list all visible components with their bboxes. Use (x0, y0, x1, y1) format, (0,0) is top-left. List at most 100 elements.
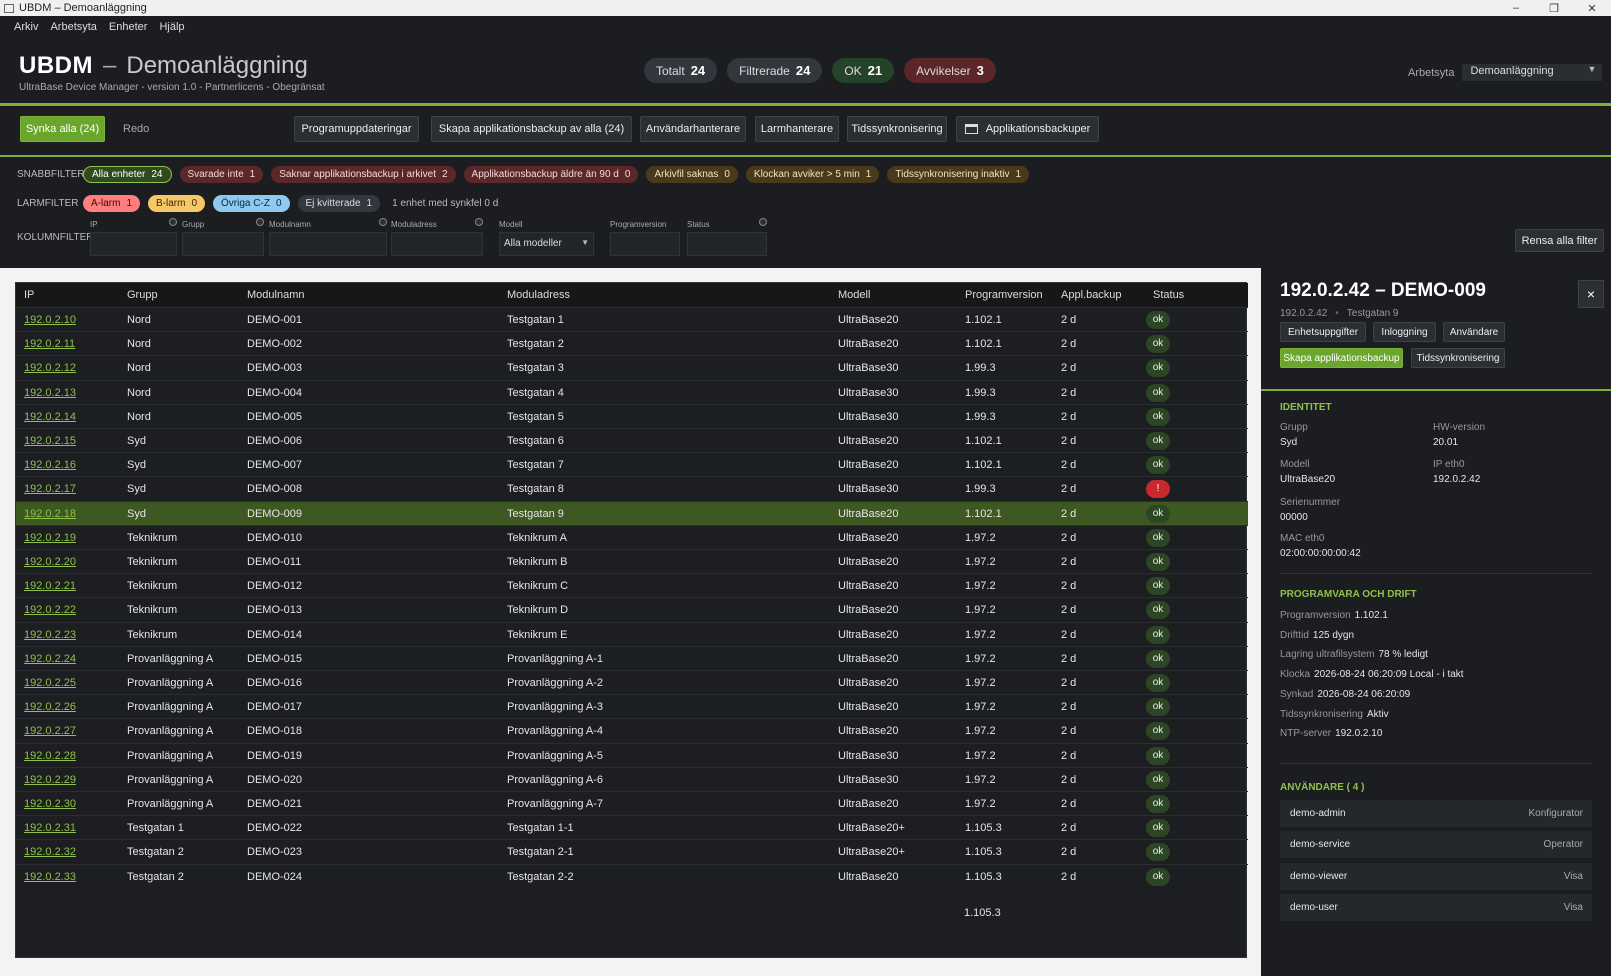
user-row[interactable]: demo-service Operator (1280, 831, 1592, 858)
cell-ip[interactable]: 192.0.2.20 (24, 550, 76, 574)
cell-ip[interactable]: 192.0.2.30 (24, 792, 76, 816)
filter-modulename-input[interactable] (269, 232, 387, 256)
menu-hjalp[interactable]: Hjälp (159, 21, 184, 33)
user-row[interactable]: demo-user Visa (1280, 894, 1592, 921)
alarm-manager-button[interactable]: Larmhanterare (755, 116, 839, 142)
app-backups-button[interactable]: Applikationsbackuper (956, 116, 1099, 142)
cell-ip[interactable]: 192.0.2.21 (24, 574, 76, 598)
table-row[interactable]: 192.0.2.13 Nord DEMO-004 Testgatan 4 UltraBa… (16, 379, 1248, 405)
cell-ip[interactable]: 192.0.2.22 (24, 598, 76, 622)
filter-mode-icon[interactable] (759, 218, 767, 226)
cell-ip[interactable]: 192.0.2.28 (24, 744, 76, 768)
table-row[interactable]: 192.0.2.21 Teknikrum DEMO-012 Teknikrum C Ul… (16, 573, 1248, 597)
chip-other-alarms[interactable]: Övriga C-Z 0 (213, 194, 290, 212)
table-row[interactable]: 192.0.2.14 Nord DEMO-005 Testgatan 5 UltraBa… (16, 403, 1248, 429)
chip-missing-backup[interactable]: Saknar applikationsbackup i arkivet 2 (271, 165, 456, 183)
table-row[interactable]: 192.0.2.32 Testgatan 2 DEMO-023 Testgatan 2… (16, 839, 1248, 863)
table-row[interactable]: 192.0.2.28 Provanläggning A DEMO-019 Provan… (16, 742, 1248, 768)
user-row[interactable]: demo-admin Konfigurator (1280, 800, 1592, 827)
chip-not-acknowledged[interactable]: Ej kvitterade 1 (297, 194, 381, 212)
chip-backup-older[interactable]: Applikationsbackup äldre än 90 d0 (463, 165, 639, 183)
cell-ip[interactable]: 192.0.2.26 (24, 695, 76, 719)
filter-status-input[interactable] (687, 232, 767, 256)
clear-filters-button[interactable]: Rensa alla filter (1515, 229, 1604, 252)
cell-ip[interactable]: 192.0.2.18 (24, 502, 76, 526)
col-ip[interactable]: IP (24, 283, 34, 307)
close-panel-button[interactable]: × (1578, 280, 1604, 308)
cell-ip[interactable]: 192.0.2.10 (24, 308, 76, 332)
chip-all-devices[interactable]: Alla enheter 24 (83, 165, 172, 183)
col-moduleaddress[interactable]: Moduladress (507, 283, 570, 307)
filter-mode-icon[interactable] (169, 218, 177, 226)
workspace-dropdown[interactable]: Demoanläggning ▼ (1462, 64, 1603, 81)
filter-group-input[interactable] (182, 232, 264, 256)
filter-programversion-input[interactable] (610, 232, 680, 256)
minimize-button[interactable]: – (1497, 2, 1535, 15)
user-row[interactable]: demo-viewer Visa (1280, 863, 1592, 890)
maximize-button[interactable]: ❐ (1535, 2, 1573, 15)
program-updates-button[interactable]: Programuppdateringar (294, 116, 419, 142)
table-row[interactable]: 192.0.2.17 Syd DEMO-008 Testgatan 8 UltraBas… (16, 476, 1248, 500)
cell-ip[interactable]: 192.0.2.24 (24, 647, 76, 671)
users-button[interactable]: Användare (1443, 322, 1505, 342)
table-row[interactable]: 192.0.2.18 Syd DEMO-009 Testgatan 9 UltraBas… (16, 500, 1248, 526)
cell-ip[interactable]: 192.0.2.32 (24, 840, 76, 864)
filter-mode-icon[interactable] (475, 218, 483, 226)
panel-time-sync-button[interactable]: Tidssynkronisering (1411, 348, 1505, 368)
cell-ip[interactable]: 192.0.2.16 (24, 453, 76, 477)
login-button[interactable]: Inloggning (1373, 322, 1436, 342)
table-row[interactable]: 192.0.2.33 Testgatan 2 DEMO-024 Testgatan 2… (16, 863, 1248, 889)
user-manager-button[interactable]: Användarhanterare (640, 116, 746, 142)
sync-all-button[interactable]: Synka alla (24) (20, 116, 105, 142)
cell-ip[interactable]: 192.0.2.14 (24, 405, 76, 429)
cell-ip[interactable]: 192.0.2.25 (24, 671, 76, 695)
menu-arbetsyta[interactable]: Arbetsyta (50, 21, 96, 33)
filter-mode-icon[interactable] (256, 218, 264, 226)
cell-ip[interactable]: 192.0.2.11 (24, 332, 75, 356)
table-row[interactable]: 192.0.2.24 Provanläggning A DEMO-015 Provan… (16, 645, 1248, 671)
menu-arkiv[interactable]: Arkiv (14, 21, 38, 33)
col-backup[interactable]: Appl.backup (1061, 283, 1122, 307)
col-model[interactable]: Modell (838, 283, 870, 307)
chip-archive-missing[interactable]: Arkivfil saknas 0 (646, 165, 738, 183)
table-row[interactable]: 192.0.2.25 Provanläggning A DEMO-016 Provan… (16, 670, 1248, 694)
menu-enheter[interactable]: Enheter (109, 21, 148, 33)
filter-mode-icon[interactable] (379, 218, 387, 226)
table-row[interactable]: 192.0.2.31 Testgatan 1 DEMO-022 Testgatan 1… (16, 815, 1248, 839)
table-row[interactable]: 192.0.2.11 Nord DEMO-002 Testgatan 2 UltraBa… (16, 331, 1248, 355)
cell-ip[interactable]: 192.0.2.19 (24, 526, 76, 550)
table-row[interactable]: 192.0.2.15 Syd DEMO-006 Testgatan 6 UltraBas… (16, 428, 1248, 452)
cell-ip[interactable]: 192.0.2.15 (24, 429, 76, 453)
table-row[interactable]: 192.0.2.19 Teknikrum DEMO-010 Teknikrum A Ul… (16, 524, 1248, 550)
cell-ip[interactable]: 192.0.2.23 (24, 623, 76, 647)
table-row[interactable]: 192.0.2.12 Nord DEMO-003 Testgatan 3 UltraBa… (16, 355, 1248, 379)
chip-clock-deviation[interactable]: Klockan avviker > 5 min 1 (745, 165, 880, 183)
time-sync-button[interactable]: Tidssynkronisering (847, 116, 947, 142)
table-row[interactable]: 192.0.2.16 Syd DEMO-007 Testgatan 7 UltraBas… (16, 452, 1248, 476)
chip-no-response[interactable]: Svarade inte 1 (179, 165, 264, 183)
table-row[interactable]: 192.0.2.29 Provanläggning A DEMO-020 Provan… (16, 766, 1248, 791)
filter-model-select[interactable]: Alla modeller ▼ (499, 232, 594, 256)
table-row[interactable]: 192.0.2.10 Nord DEMO-001 Testgatan 1 UltraBa… (16, 307, 1248, 331)
cell-ip[interactable]: 192.0.2.12 (24, 356, 76, 380)
create-backup-button[interactable]: Skapa applikationsbackup (1280, 348, 1403, 368)
redo-link[interactable]: Redo (123, 123, 149, 135)
table-row[interactable]: 192.0.2.27 Provanläggning A DEMO-018 Provan… (16, 718, 1248, 742)
cell-ip[interactable]: 192.0.2.31 (24, 816, 76, 840)
filter-ip-input[interactable] (90, 232, 177, 256)
table-row[interactable]: 192.0.2.22 Teknikrum DEMO-013 Teknikrum D Ul… (16, 597, 1248, 621)
col-modulename[interactable]: Modulnamn (247, 283, 304, 307)
chip-timesync-inactive[interactable]: Tidssynkronisering inaktiv 1 (887, 165, 1030, 183)
cell-ip[interactable]: 192.0.2.33 (24, 865, 76, 889)
device-info-button[interactable]: Enhetsuppgifter (1280, 322, 1366, 342)
close-window-button[interactable]: ✕ (1573, 2, 1611, 15)
chip-b-alarm[interactable]: B-larm 0 (148, 194, 206, 212)
col-status[interactable]: Status (1153, 283, 1184, 307)
create-backup-all-button[interactable]: Skapa applikationsbackup av alla (24) (431, 116, 632, 142)
col-group[interactable]: Grupp (127, 283, 158, 307)
col-programversion[interactable]: Programversion (965, 283, 1043, 307)
table-row[interactable]: 192.0.2.30 Provanläggning A DEMO-021 Provan… (16, 791, 1248, 815)
cell-ip[interactable]: 192.0.2.13 (24, 381, 76, 405)
cell-ip[interactable]: 192.0.2.27 (24, 719, 76, 743)
chip-a-alarm[interactable]: A-larm 1 (83, 194, 141, 212)
